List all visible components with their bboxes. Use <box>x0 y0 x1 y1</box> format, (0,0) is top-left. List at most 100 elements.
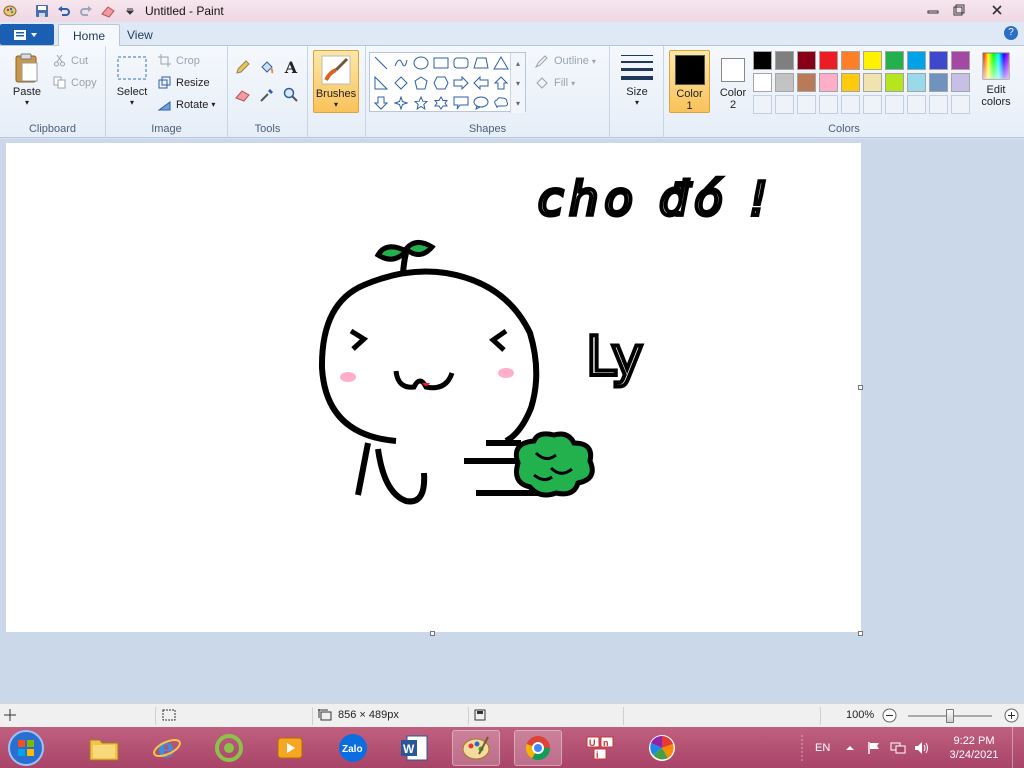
rotate-button[interactable]: Rotate ▾ <box>158 98 215 111</box>
five-point-star-shape-icon[interactable] <box>411 93 431 112</box>
palette-swatch[interactable] <box>775 73 794 92</box>
paint-taskbar-icon[interactable] <box>452 730 500 766</box>
palette-swatch[interactable] <box>863 73 882 92</box>
pentagon-shape-icon[interactable] <box>411 73 431 92</box>
shapes-scroll[interactable]: ▴ ▾ ▾ <box>510 53 525 113</box>
palette-custom-slot[interactable] <box>929 95 948 114</box>
zoom-out-button[interactable] <box>882 708 897 723</box>
right-triangle-shape-icon[interactable] <box>371 73 391 92</box>
hexagon-shape-icon[interactable] <box>431 73 451 92</box>
rect-callout-shape-icon[interactable] <box>451 93 471 112</box>
network-icon[interactable] <box>890 727 906 768</box>
palette-swatch[interactable] <box>753 51 772 70</box>
drawing-canvas[interactable]: cho đó ! Ly <box>6 143 861 632</box>
palette-custom-slot[interactable] <box>863 95 882 114</box>
clock[interactable]: 9:22 PM 3/24/2021 <box>946 727 1002 768</box>
palette-swatch[interactable] <box>797 51 816 70</box>
left-arrow-shape-icon[interactable] <box>471 73 491 92</box>
oval-callout-shape-icon[interactable] <box>471 93 491 112</box>
fill-tool[interactable] <box>256 57 278 77</box>
magnifier-tool[interactable] <box>280 85 302 105</box>
scroll-up-icon[interactable]: ▴ <box>516 59 520 68</box>
palette-swatch[interactable] <box>841 73 860 92</box>
resize-handle-corner[interactable] <box>858 631 863 636</box>
copy-button[interactable]: Copy <box>53 76 97 89</box>
zoom-slider-track[interactable] <box>908 709 992 723</box>
palette-swatch[interactable] <box>907 51 926 70</box>
paste-button[interactable]: Paste ▾ <box>8 52 46 107</box>
customize-dropdown-icon[interactable] <box>122 3 138 19</box>
palette-swatch[interactable] <box>951 51 970 70</box>
palette-swatch[interactable] <box>929 51 948 70</box>
curve-shape-icon[interactable] <box>391 53 411 72</box>
palette-swatch[interactable] <box>819 51 838 70</box>
right-arrow-shape-icon[interactable] <box>451 73 471 92</box>
action-center-flag-icon[interactable] <box>867 727 881 768</box>
volume-icon[interactable] <box>914 727 930 768</box>
paint-app-icon[interactable] <box>2 3 18 19</box>
palette-custom-slot[interactable] <box>775 95 794 114</box>
tab-view[interactable]: View <box>113 24 167 46</box>
palette-custom-slot[interactable] <box>907 95 926 114</box>
palette-swatch[interactable] <box>797 73 816 92</box>
four-point-star-shape-icon[interactable] <box>391 93 411 112</box>
palette-custom-slot[interactable] <box>841 95 860 114</box>
undo-icon[interactable] <box>56 3 72 19</box>
eraser-quick-icon[interactable] <box>100 3 116 19</box>
fill-button[interactable]: Fill ▾ <box>535 76 575 90</box>
palette-swatch[interactable] <box>819 73 838 92</box>
unikey-taskbar-icon[interactable]: Uni <box>576 730 624 766</box>
show-desktop-button[interactable] <box>1012 727 1024 768</box>
rectangle-shape-icon[interactable] <box>431 53 451 72</box>
internet-explorer-taskbar-icon[interactable]: e <box>143 730 191 766</box>
palette-swatch[interactable] <box>907 73 926 92</box>
resize-handle-bottom[interactable] <box>430 631 435 636</box>
color2-button[interactable]: Color 2 <box>713 50 753 113</box>
size-button[interactable]: Size ▾ <box>618 52 656 107</box>
palette-swatch[interactable] <box>885 51 904 70</box>
diamond-shape-icon[interactable] <box>391 73 411 92</box>
crop-button[interactable]: Crop <box>158 54 200 67</box>
edit-colors-button[interactable]: Edit colors <box>976 52 1016 108</box>
palette-custom-slot[interactable] <box>885 95 904 114</box>
six-point-star-shape-icon[interactable] <box>431 93 451 112</box>
palette-custom-slot[interactable] <box>951 95 970 114</box>
text-tool[interactable]: A <box>280 57 302 77</box>
palette-swatch[interactable] <box>885 73 904 92</box>
palette-custom-slot[interactable] <box>797 95 816 114</box>
redo-icon[interactable] <box>78 3 94 19</box>
close-button[interactable] <box>984 1 1010 18</box>
up-arrow-shape-icon[interactable] <box>491 73 511 92</box>
zoom-slider-thumb[interactable] <box>946 709 954 723</box>
paint-menu-button[interactable] <box>0 24 54 45</box>
tab-home[interactable]: Home <box>58 24 121 47</box>
restore-button[interactable] <box>946 1 972 18</box>
resize-handle-right[interactable] <box>858 385 863 390</box>
show-hidden-icons-button[interactable] <box>845 727 855 768</box>
oval-shape-icon[interactable] <box>411 53 431 72</box>
cut-button[interactable]: Cut <box>53 54 88 67</box>
palette-swatch[interactable] <box>863 51 882 70</box>
canvas-workspace[interactable]: cho đó ! Ly <box>0 139 1024 703</box>
media-player-taskbar-icon[interactable] <box>266 730 314 766</box>
color-picker-tool[interactable] <box>256 85 278 105</box>
word-taskbar-icon[interactable]: W <box>390 730 438 766</box>
rounded-rectangle-shape-icon[interactable] <box>451 53 471 72</box>
pencil-tool[interactable] <box>232 57 254 77</box>
scroll-down-icon[interactable]: ▾ <box>516 79 520 88</box>
select-button[interactable]: Select ▾ <box>114 54 150 107</box>
chrome-taskbar-icon[interactable] <box>514 730 562 766</box>
eraser-tool[interactable] <box>232 85 254 105</box>
save-icon[interactable] <box>34 3 50 19</box>
start-button[interactable] <box>6 729 46 767</box>
scroll-more-icon[interactable]: ▾ <box>516 99 520 108</box>
file-explorer-taskbar-icon[interactable] <box>80 730 128 766</box>
zalo-taskbar-icon[interactable]: Zalo <box>329 730 377 766</box>
brushes-button[interactable]: Brushes ▾ <box>313 50 359 113</box>
palette-swatch[interactable] <box>951 73 970 92</box>
minimize-button[interactable] <box>920 1 946 18</box>
palette-swatch[interactable] <box>841 51 860 70</box>
color1-button[interactable]: Color 1 <box>669 50 710 113</box>
cloud-callout-shape-icon[interactable] <box>491 93 511 112</box>
outline-button[interactable]: Outline ▾ <box>535 54 596 68</box>
